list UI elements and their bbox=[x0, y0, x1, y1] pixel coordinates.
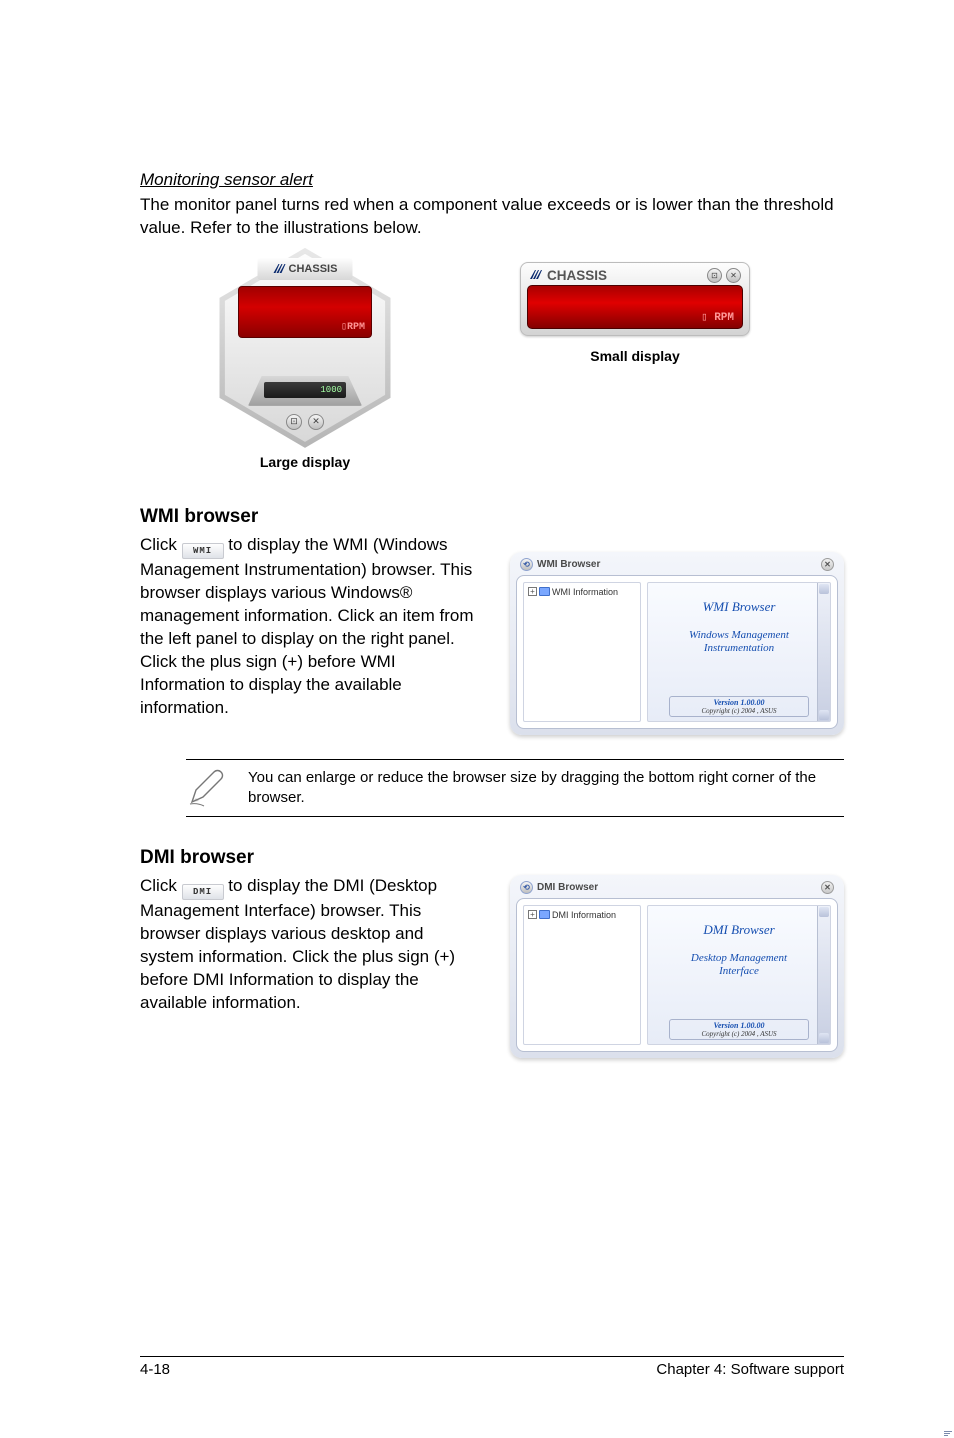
wmi-content-title: WMI Browser bbox=[703, 599, 776, 615]
small-display-caption: Small display bbox=[590, 348, 679, 364]
close-icon[interactable]: ✕ bbox=[821, 558, 834, 571]
dmi-body-text: Click DMI to display the DMI (Desktop Ma… bbox=[140, 875, 474, 1015]
page-number: 4-18 bbox=[140, 1361, 170, 1378]
large-display-title-bar: CHASSIS bbox=[258, 258, 353, 280]
dmi-version: Version 1.00.00 bbox=[670, 1021, 808, 1030]
note-box: You can enlarge or reduce the browser si… bbox=[186, 759, 844, 817]
folder-icon bbox=[539, 587, 550, 596]
back-icon[interactable]: ⟲ bbox=[520, 881, 533, 894]
pencil-icon bbox=[186, 768, 226, 808]
large-display-lcd-frame: 1000 bbox=[248, 376, 362, 406]
asus-logo-icon bbox=[529, 269, 543, 281]
resize-grip-icon[interactable] bbox=[944, 1431, 952, 1436]
large-display-widget: CHASSIS ▯RPM 1000 ⊡ ✕ bbox=[210, 248, 400, 448]
small-display-title: CHASSIS bbox=[547, 268, 607, 283]
wmi-content-pane: WMI Browser Windows ManagementInstrument… bbox=[647, 582, 831, 722]
dmi-section-title: DMI browser bbox=[140, 847, 844, 869]
display-mode-icon[interactable]: ⊡ bbox=[707, 268, 722, 283]
wmi-button[interactable]: WMI bbox=[182, 543, 224, 559]
small-display-title-bar: CHASSIS bbox=[529, 268, 607, 283]
small-display-red-panel: ▯ RPM bbox=[527, 285, 743, 329]
small-display-rpm-label: ▯ RPM bbox=[701, 310, 734, 324]
wmi-window-title: WMI Browser bbox=[537, 559, 600, 570]
large-display-lcd-value: 1000 bbox=[264, 382, 346, 398]
wmi-content-subtitle: Windows ManagementInstrumentation bbox=[689, 629, 789, 655]
dmi-button[interactable]: DMI bbox=[182, 884, 224, 900]
scroll-up-icon[interactable] bbox=[819, 584, 829, 594]
dmi-window-title: DMI Browser bbox=[537, 882, 598, 893]
back-icon[interactable]: ⟲ bbox=[520, 558, 533, 571]
wmi-body-text: Click WMI to display the WMI (Windows Ma… bbox=[140, 534, 474, 720]
dmi-tree-pane[interactable]: + DMI Information bbox=[523, 905, 641, 1045]
scroll-down-icon[interactable] bbox=[819, 1033, 829, 1043]
expand-icon[interactable]: + bbox=[528, 910, 537, 919]
large-display-red-panel: ▯RPM bbox=[238, 286, 372, 338]
display-mode-icon[interactable]: ⊡ bbox=[286, 414, 302, 430]
wmi-tree-pane[interactable]: + WMI Information bbox=[523, 582, 641, 722]
large-display-rpm-label: ▯RPM bbox=[341, 321, 365, 333]
wmi-browser-window: ⟲ WMI Browser ✕ + WMI Information bbox=[510, 552, 844, 735]
note-text: You can enlarge or reduce the browser si… bbox=[248, 768, 840, 807]
close-icon[interactable]: ✕ bbox=[308, 414, 324, 430]
dmi-content-subtitle: Desktop ManagementInterface bbox=[691, 952, 787, 978]
chapter-label: Chapter 4: Software support bbox=[656, 1361, 844, 1378]
close-icon[interactable]: ✕ bbox=[726, 268, 741, 283]
expand-icon[interactable]: + bbox=[528, 587, 537, 596]
folder-icon bbox=[539, 910, 550, 919]
large-display-title: CHASSIS bbox=[289, 263, 338, 275]
dmi-content-title: DMI Browser bbox=[703, 922, 774, 938]
asus-logo-icon bbox=[273, 263, 287, 275]
small-display-widget: CHASSIS ⊡ ✕ ▯ RPM bbox=[520, 262, 750, 336]
scroll-down-icon[interactable] bbox=[819, 710, 829, 720]
dmi-browser-window: ⟲ DMI Browser ✕ + DMI Information bbox=[510, 875, 844, 1058]
wmi-section-title: WMI browser bbox=[140, 506, 844, 528]
large-display-caption: Large display bbox=[260, 454, 350, 470]
dmi-tree-root-label: DMI Information bbox=[552, 910, 616, 920]
dmi-copyright: Copyright (c) 2004 , ASUS bbox=[670, 1030, 808, 1038]
wmi-copyright: Copyright (c) 2004 , ASUS bbox=[670, 707, 808, 715]
scroll-up-icon[interactable] bbox=[819, 907, 829, 917]
dmi-content-pane: DMI Browser Desktop ManagementInterface … bbox=[647, 905, 831, 1045]
close-icon[interactable]: ✕ bbox=[821, 881, 834, 894]
sensor-alert-heading: Monitoring sensor alert bbox=[140, 170, 844, 190]
wmi-version: Version 1.00.00 bbox=[670, 698, 808, 707]
wmi-tree-root-label: WMI Information bbox=[552, 587, 618, 597]
sensor-alert-body: The monitor panel turns red when a compo… bbox=[140, 194, 844, 240]
